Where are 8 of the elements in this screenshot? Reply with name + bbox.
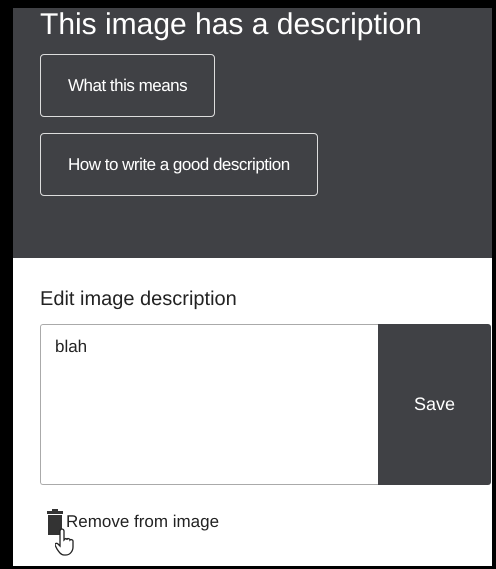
heading: This image has a description xyxy=(40,8,422,42)
field-label: Edit image description xyxy=(40,288,237,311)
trash-icon xyxy=(47,509,63,535)
info-button[interactable]: How to write a good description xyxy=(40,133,318,196)
info-button[interactable]: What this means xyxy=(40,54,216,117)
remove-link[interactable]: Remove from image xyxy=(66,512,220,532)
save-button[interactable]: Save xyxy=(378,324,491,485)
description-field[interactable]: blah xyxy=(40,324,378,485)
